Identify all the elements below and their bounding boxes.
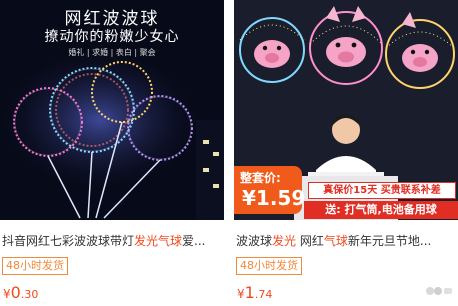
price-decimal: .74	[254, 288, 273, 301]
title-text: 波波球	[236, 234, 273, 248]
product-title-2[interactable]: 波波球发光 网红气球新年元旦节地...	[236, 232, 456, 250]
price-decimal: .30	[20, 288, 39, 301]
shipping-badge: 48小时发货	[236, 257, 302, 275]
title-mid: 网红	[296, 234, 324, 248]
title-tail: 新年元旦节地...	[347, 234, 432, 248]
image-subhead: 撩动你的粉嫩少女心	[44, 29, 180, 45]
price-currency: ¥	[3, 287, 11, 301]
title-highlight: 发光	[272, 234, 297, 248]
watermark-icon	[420, 284, 454, 302]
product-card-1[interactable]: 网红波波球 撩动你的粉嫩少女心 婚礼 | 求婚 | 表白 | 聚会 抖音网红七彩…	[0, 0, 224, 306]
title-highlight: 发光气球	[134, 234, 183, 248]
price: ¥0.30	[3, 283, 38, 303]
title-tail: 爱...	[182, 234, 206, 248]
promo-price-tag: 整套价: ¥1.59	[234, 166, 306, 214]
shipping-badge: 48小时发货	[2, 257, 68, 275]
promo-label: 整套价:	[240, 171, 281, 185]
title-text: 抖音网红七彩波波球带灯	[2, 234, 135, 248]
promo-amount: ¥1.59	[242, 186, 306, 210]
guarantee-text: 真保价15天 买贵联系补差	[308, 182, 456, 199]
product-image-1[interactable]: 网红波波球 撩动你的粉嫩少女心 婚礼 | 求婚 | 表白 | 聚会	[0, 0, 224, 220]
price-integer: 1	[244, 283, 255, 302]
promo-banner: 真保价15天 买贵联系补差 送: 打气筒,电池备用球	[304, 180, 458, 220]
image-tags: 婚礼 | 求婚 | 表白 | 聚会	[68, 48, 156, 57]
price-currency: ¥	[237, 287, 245, 301]
title-highlight-2: 气球	[323, 234, 348, 248]
product-card-2[interactable]: 整套价: ¥1.59 真保价15天 买贵联系补差 送: 打气筒,电池备用球 波波…	[234, 0, 458, 306]
gift-text: 送: 打气筒,电池备用球	[304, 201, 458, 219]
price: ¥1.74	[237, 283, 272, 303]
product-title-1[interactable]: 抖音网红七彩波波球带灯发光气球爱...	[2, 232, 222, 250]
product-image-2[interactable]: 整套价: ¥1.59 真保价15天 买贵联系补差 送: 打气筒,电池备用球	[234, 0, 458, 220]
price-integer: 0	[10, 283, 21, 302]
